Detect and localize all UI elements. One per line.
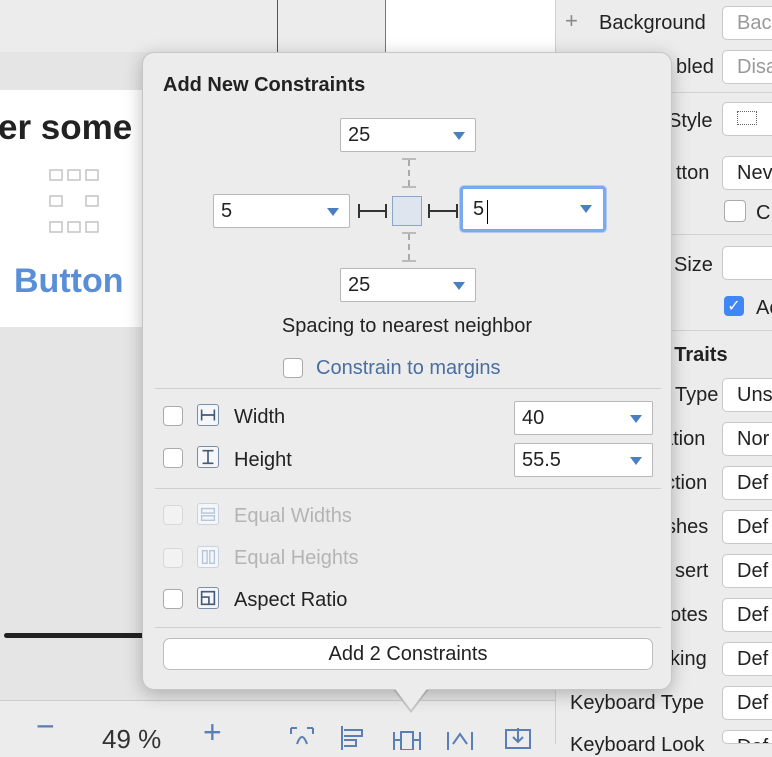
top-spacing-value: 25 — [348, 124, 371, 146]
popover-separator — [155, 388, 661, 389]
size-label: Size — [674, 254, 713, 276]
add-constraints-icon[interactable] — [392, 724, 422, 750]
disabled-label: bled — [676, 56, 714, 78]
chevron-down-icon[interactable] — [453, 132, 465, 140]
popover-title: Add New Constraints — [163, 74, 366, 96]
trailing-constraint-strut-icon[interactable] — [428, 204, 458, 218]
selected-view-square-icon — [392, 196, 422, 226]
chevron-down-icon[interactable] — [453, 282, 465, 290]
content-type-label: Type — [675, 384, 719, 406]
width-label: Width — [234, 406, 286, 428]
style-label: Style — [668, 110, 713, 132]
equal-heights-checkbox[interactable] — [163, 548, 183, 568]
spacing-to-nearest-neighbor-label: Spacing to nearest neighbor — [281, 315, 533, 337]
smart-quotes-label: otes — [670, 604, 708, 626]
keyboard-look-label: Keyboard Look — [570, 734, 705, 756]
spell-checking-label: king — [670, 648, 707, 670]
equal-widths-checkbox[interactable] — [163, 505, 183, 525]
width-checkbox[interactable] — [163, 406, 183, 426]
inspector-checkbox-a[interactable]: ✓ — [724, 296, 744, 316]
aspect-ratio-label: Aspect Ratio — [234, 589, 348, 611]
aspect-ratio-icon — [197, 587, 219, 609]
keyboard-look-field[interactable]: Def — [722, 730, 772, 744]
align-icon[interactable] — [338, 724, 368, 750]
top-spacing-field[interactable]: 25 — [340, 118, 476, 152]
chevron-down-icon[interactable] — [630, 415, 642, 423]
equal-widths-icon — [197, 503, 219, 525]
height-value-field[interactable]: 55.5 — [514, 443, 653, 477]
correction-field[interactable]: Def — [722, 466, 772, 500]
height-label: Height — [234, 449, 292, 471]
capitalization-field[interactable]: Nor — [722, 422, 772, 456]
constrain-to-margins-checkbox[interactable] — [283, 358, 303, 378]
leading-spacing-value: 5 — [221, 200, 233, 222]
popover-separator — [155, 627, 661, 628]
view-title-label[interactable]: er some — [0, 108, 148, 148]
background-label: Background — [599, 12, 706, 34]
resolve-layout-issues-icon[interactable] — [445, 724, 475, 750]
top-constraint-strut-icon[interactable] — [402, 158, 416, 188]
constrain-to-margins-label[interactable]: Constrain to margins — [316, 357, 501, 380]
chevron-down-icon[interactable] — [630, 457, 642, 465]
background-field[interactable]: Back — [722, 6, 772, 40]
chevron-down-icon[interactable] — [580, 205, 592, 213]
width-value: 40 — [522, 407, 545, 429]
trailing-spacing-value: 5 — [473, 198, 485, 220]
leading-spacing-field[interactable]: 5 — [213, 194, 350, 228]
inspector-checkbox-c-label: C — [756, 202, 771, 224]
disabled-field[interactable]: Disa — [722, 50, 772, 84]
size-field[interactable] — [722, 246, 772, 280]
zoom-level-label: 49 % — [102, 724, 162, 754]
keyboard-type-label: Keyboard Type — [570, 692, 705, 714]
embed-in-stack-icon[interactable] — [503, 724, 533, 750]
add-constraints-button[interactable]: Add 2 Constraints — [163, 638, 653, 670]
height-value: 55.5 — [522, 449, 561, 471]
bottom-constraint-strut-icon[interactable] — [402, 232, 416, 262]
button-type-field[interactable]: Nev — [722, 156, 772, 190]
canvas-divider — [277, 0, 278, 52]
height-checkbox[interactable] — [163, 448, 183, 468]
keyboard-type-field[interactable]: Def — [722, 686, 772, 720]
spell-checking-field[interactable]: Def — [722, 642, 772, 676]
bottom-spacing-value: 25 — [348, 274, 371, 296]
zoom-out-button[interactable]: − — [36, 708, 55, 745]
equal-heights-icon — [197, 546, 219, 568]
add-variation-plus-icon[interactable]: + — [565, 8, 578, 34]
canvas-view-fragment — [385, 0, 555, 52]
trailing-spacing-field[interactable]: 5 — [460, 186, 606, 232]
smart-dashes-field[interactable]: Def — [722, 510, 772, 544]
height-constraint-icon — [197, 446, 219, 468]
image-view-placeholder-icon[interactable] — [48, 168, 102, 234]
equal-heights-label: Equal Heights — [234, 547, 359, 569]
leading-constraint-strut-icon[interactable] — [358, 204, 387, 218]
style-dotted-icon — [737, 111, 757, 125]
popover-separator — [155, 488, 661, 489]
inspector-checkbox-c[interactable] — [724, 200, 746, 222]
horizontal-scrollbar[interactable] — [4, 633, 144, 638]
equal-widths-label: Equal Widths — [234, 505, 352, 527]
update-frames-icon[interactable] — [287, 724, 317, 750]
chevron-down-icon[interactable] — [327, 208, 339, 216]
smart-insert-field[interactable]: Def — [722, 554, 772, 588]
smart-insert-label: sert — [675, 560, 709, 582]
canvas-button[interactable]: Button — [14, 262, 124, 301]
aspect-ratio-checkbox[interactable] — [163, 589, 183, 609]
width-value-field[interactable]: 40 — [514, 401, 653, 435]
style-field[interactable] — [722, 102, 772, 136]
popover-arrow — [393, 686, 429, 710]
width-constraint-icon — [197, 404, 219, 426]
zoom-in-button[interactable]: + — [203, 714, 222, 751]
content-type-field[interactable]: Uns — [722, 378, 772, 412]
smart-quotes-field[interactable]: Def — [722, 598, 772, 632]
smart-dashes-label: shes — [666, 516, 709, 538]
bottom-spacing-field[interactable]: 25 — [340, 268, 476, 302]
inspector-checkbox-a-label: Ac — [756, 297, 772, 319]
text-caret — [487, 200, 488, 224]
button-type-label: tton — [676, 162, 710, 184]
